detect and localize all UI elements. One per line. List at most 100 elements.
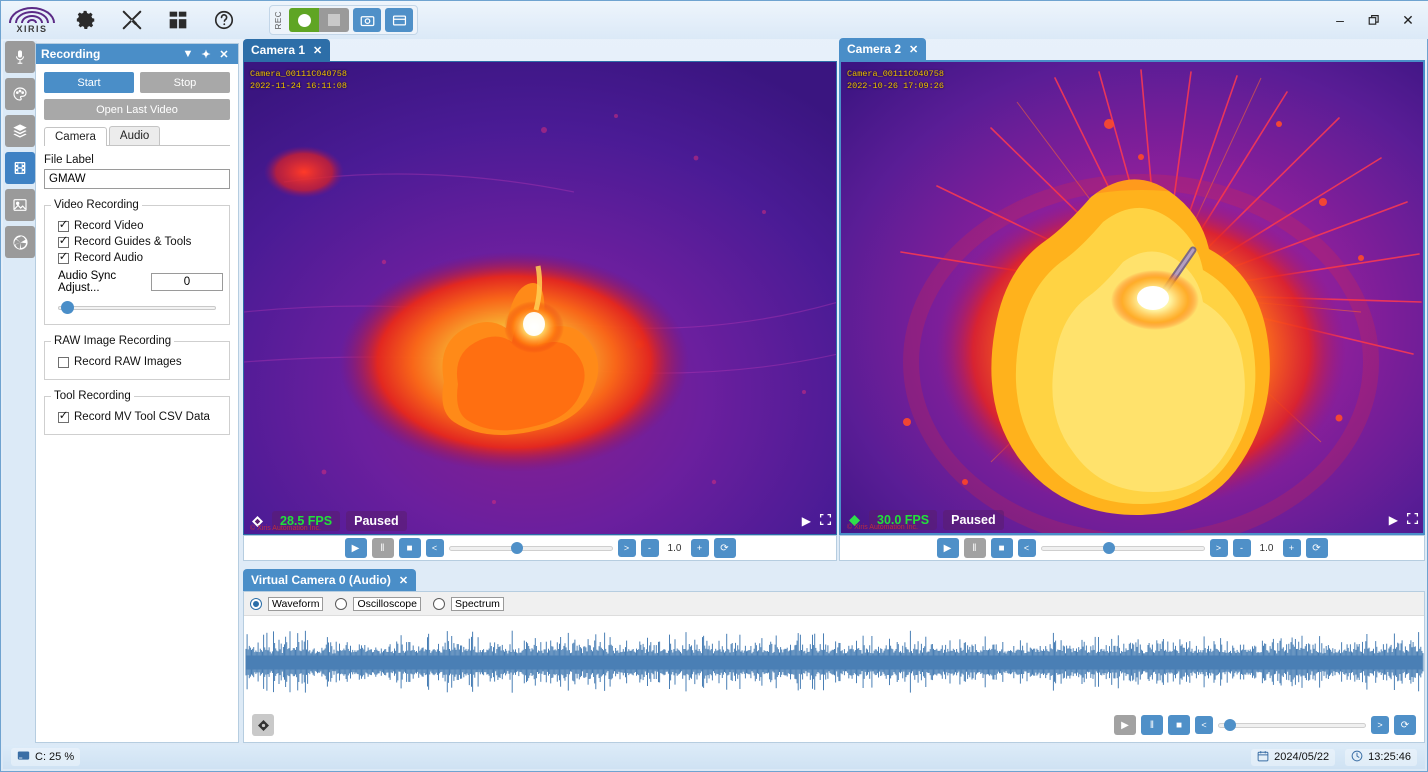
overlay-camera-id: Camera_00111C040758 <box>847 69 944 79</box>
step-forward-button[interactable]: > <box>1371 716 1389 734</box>
layers-icon[interactable] <box>5 115 35 147</box>
seek-knob[interactable] <box>510 542 523 554</box>
stop-button[interactable]: ■ <box>990 538 1013 558</box>
sidebar-item-recording[interactable] <box>5 152 35 184</box>
playback-state: Paused <box>354 514 399 528</box>
tab-camera[interactable]: Camera <box>44 127 107 146</box>
audio-settings-button[interactable] <box>252 714 274 736</box>
start-button[interactable]: Start <box>44 72 134 93</box>
loop-button[interactable]: ⟳ <box>1394 715 1416 735</box>
tab-audio[interactable]: Audio <box>108 126 161 145</box>
pause-button[interactable]: ‖ <box>371 538 394 558</box>
checkbox-record-audio[interactable]: ✓ Record Audio <box>58 252 223 264</box>
calendar-icon <box>1257 750 1269 765</box>
stop-button[interactable]: Stop <box>140 72 230 93</box>
step-forward-button[interactable]: > <box>1209 539 1228 557</box>
camera2-tabstrip: Camera 2 ✕ <box>839 38 927 60</box>
audio-sync-slider[interactable] <box>58 301 216 315</box>
tab-camera-2[interactable]: Camera 2 ✕ <box>839 38 927 60</box>
step-back-button[interactable]: < <box>425 539 444 557</box>
check-icon[interactable] <box>58 356 69 368</box>
radio-label-waveform[interactable]: Waveform <box>268 596 324 611</box>
file-label-input[interactable] <box>44 169 230 189</box>
snapshot-button[interactable] <box>353 8 381 32</box>
pause-button[interactable]: ‖ <box>963 538 986 558</box>
close-button[interactable]: ✕ <box>1391 5 1425 35</box>
play-icon[interactable]: ▶ <box>802 514 811 528</box>
camera-1-view[interactable]: Camera_00111C040758 2022-11-24 16:11:08 … <box>243 61 837 535</box>
checkbox-record-guides-tools[interactable]: ✓ Record Guides & Tools <box>58 236 223 248</box>
radio-spectrum[interactable] <box>432 597 445 610</box>
stop-button[interactable]: ■ <box>1168 715 1190 735</box>
aperture-icon[interactable] <box>5 226 35 258</box>
minimize-button[interactable]: – <box>1323 5 1357 35</box>
slider-knob[interactable] <box>61 301 75 314</box>
check-icon[interactable]: ✓ <box>58 411 69 423</box>
audio-waveform-display[interactable] <box>244 616 1424 709</box>
open-last-video-button[interactable]: Open Last Video <box>44 99 230 120</box>
rate-decrease-button[interactable]: - <box>640 539 659 557</box>
step-forward-button[interactable]: > <box>617 539 636 557</box>
camera-2-seek-slider[interactable] <box>1040 540 1205 556</box>
play-button[interactable]: ▶ <box>1114 715 1136 735</box>
chevron-down-icon[interactable]: ▼ <box>179 48 197 60</box>
radio-label-spectrum[interactable]: Spectrum <box>450 596 504 611</box>
close-icon[interactable]: ✕ <box>909 43 918 56</box>
seek-knob[interactable] <box>1102 542 1115 554</box>
check-icon[interactable]: ✓ <box>58 252 69 264</box>
close-icon[interactable]: ✕ <box>399 574 408 587</box>
loop-button[interactable]: ⟳ <box>1305 538 1328 558</box>
gear-icon[interactable] <box>63 1 109 39</box>
camera-2-thermal-image <box>841 62 1423 533</box>
check-icon[interactable]: ✓ <box>58 236 69 248</box>
grid-icon[interactable] <box>155 1 201 39</box>
tab-camera-1[interactable]: Camera 1 ✕ <box>243 39 331 61</box>
rate-decrease-button[interactable]: - <box>1232 539 1251 557</box>
audio-sync-input[interactable] <box>151 273 223 291</box>
check-icon[interactable]: ✓ <box>58 220 69 232</box>
stop-button[interactable]: ■ <box>398 538 421 558</box>
step-back-button[interactable]: < <box>1017 539 1036 557</box>
camera-1-control-bar: ▶ ‖ ■ < > - 1.0 + ⟳ <box>243 535 837 561</box>
radio-label-oscilloscope[interactable]: Oscilloscope <box>353 596 421 611</box>
seek-track <box>1218 723 1366 728</box>
seek-knob[interactable] <box>1223 719 1236 731</box>
close-icon[interactable]: ✕ <box>215 48 233 61</box>
stop-record-button[interactable] <box>319 8 349 32</box>
checkbox-record-video[interactable]: ✓ Record Video <box>58 220 223 232</box>
play-icon[interactable]: ▶ <box>1389 513 1398 527</box>
loop-button[interactable]: ⟳ <box>713 538 736 558</box>
recording-panel-body: Start Stop Open Last Video Camera Audio … <box>36 64 238 443</box>
help-icon[interactable] <box>201 1 247 39</box>
seek-track <box>448 546 613 551</box>
fullscreen-icon[interactable] <box>1406 512 1419 528</box>
microphone-icon[interactable] <box>5 41 35 73</box>
fullscreen-icon[interactable] <box>819 513 832 529</box>
tab-virtual-camera-audio[interactable]: Virtual Camera 0 (Audio) ✕ <box>243 569 417 591</box>
audio-seek-slider[interactable] <box>1218 717 1366 733</box>
radio-waveform[interactable] <box>250 597 262 610</box>
image-icon[interactable] <box>5 189 35 221</box>
play-button[interactable]: ▶ <box>936 538 959 558</box>
step-back-button[interactable]: < <box>1195 716 1213 734</box>
rate-increase-button[interactable]: + <box>1282 539 1301 557</box>
record-button[interactable] <box>289 8 319 32</box>
rec-label: REC <box>274 10 283 30</box>
window-button[interactable] <box>385 8 413 32</box>
camera-2-view[interactable]: Camera_00111C040758 2022-10-26 17:09:26 … <box>839 60 1425 535</box>
pin-icon[interactable]: ✦ <box>197 48 215 61</box>
rate-increase-button[interactable]: + <box>690 539 709 557</box>
radio-oscilloscope[interactable] <box>335 597 348 610</box>
checkbox-record-raw-images[interactable]: Record RAW Images <box>58 356 223 368</box>
restore-button[interactable] <box>1357 5 1391 35</box>
palette-icon[interactable] <box>5 78 35 110</box>
tool-recording-legend: Tool Recording <box>54 390 131 402</box>
play-button[interactable]: ▶ <box>344 538 367 558</box>
checkbox-record-mv-tool-csv[interactable]: ✓ Record MV Tool CSV Data <box>58 411 223 423</box>
disk-status[interactable]: C: 25 % <box>11 748 81 766</box>
tools-icon[interactable] <box>109 1 155 39</box>
close-icon[interactable]: ✕ <box>313 44 322 57</box>
pause-button[interactable]: ‖ <box>1141 715 1163 735</box>
camera-1-seek-slider[interactable] <box>448 540 613 556</box>
disk-text: C: 25 % <box>35 751 75 763</box>
